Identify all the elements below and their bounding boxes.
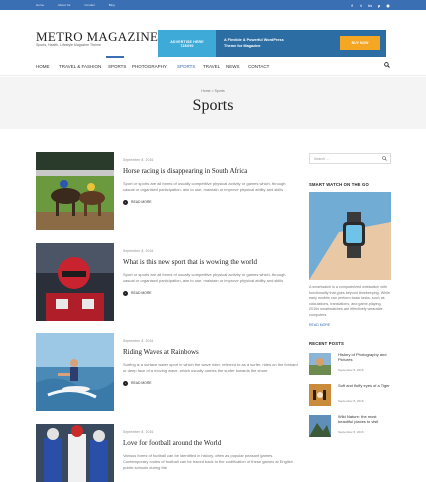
recent-post-item[interactable]: Soft and fluffy eyes of a Tiger Septembe… [309, 383, 391, 408]
post-title[interactable]: Love for football around the World [123, 439, 298, 447]
post-body: September 8, 2016 Horse racing is disapp… [123, 152, 298, 205]
twitter-icon[interactable]: t [359, 3, 363, 8]
social-links: f t in p ◉ [350, 3, 390, 8]
arrow-right-icon: › [123, 380, 128, 386]
post-date: September 8, 2016 [123, 249, 154, 253]
post-title[interactable]: What is this new sport that is wowing th… [123, 258, 298, 266]
post-item: September 8, 2016 Love for football arou… [36, 424, 298, 482]
recent-post-item[interactable]: Wild Nature: the most beautiful places t… [309, 414, 391, 439]
post-excerpt: Sport or sports are all forms of usually… [123, 272, 286, 283]
post-thumbnail[interactable] [36, 152, 114, 230]
post-date: September 8, 2016 [123, 339, 154, 343]
post-excerpt: Various forms of football can be identif… [123, 453, 293, 470]
post-body: September 8, 2016 What is this new sport… [123, 243, 298, 296]
post-excerpt: Sport or sports are all forms of usually… [123, 181, 286, 192]
rss-icon[interactable]: ◉ [386, 3, 390, 8]
read-more-label: Read More [131, 291, 152, 296]
read-more-label: Read More [131, 200, 152, 205]
ad-banner[interactable]: ADVERTISE HERE 728X90 A Flexible & Power… [158, 30, 386, 57]
horse-race-image [36, 152, 114, 230]
ad-banner-size: ADVERTISE HERE 728X90 [158, 30, 216, 57]
breadcrumb[interactable]: Home > Sports [0, 89, 426, 93]
widget-image[interactable] [309, 192, 391, 280]
post-body: September 8, 2016 Riding Waves at Rainbo… [123, 333, 298, 386]
nav-item-contact[interactable]: Contact [248, 64, 269, 69]
page-title: Sports [192, 97, 234, 114]
pinterest-icon[interactable]: p [377, 3, 381, 8]
widget-title: SMART WATCH ON THE GO [309, 182, 369, 187]
post-date: September 8, 2016 [123, 430, 154, 434]
site-tagline: Sports, Health, Lifestyle Magazine Theme [36, 43, 101, 47]
recent-post-title[interactable]: History of Photography and Pictures [338, 352, 391, 363]
nav-item-travel[interactable]: Travel [203, 64, 220, 69]
read-more-link[interactable]: › Read More [123, 199, 298, 205]
nav-active-indicator [106, 56, 124, 58]
recent-post-item[interactable]: History of Photography and Pictures Sept… [309, 352, 391, 377]
racing-driver-image [36, 243, 114, 321]
nav-item-photography[interactable]: Photography [132, 64, 167, 69]
recent-posts-list: History of Photography and Pictures Sept… [309, 352, 391, 453]
post-thumbnail[interactable] [36, 243, 114, 321]
site-header: METRO MAGAZINE Sports, Health, Lifestyle… [0, 10, 426, 57]
top-link-contact[interactable]: Contact [84, 3, 94, 7]
recent-post-title[interactable]: Wild Nature: the most beautiful places t… [338, 414, 391, 425]
recent-post-date: September 8, 2016 [338, 399, 364, 404]
widget-read-more[interactable]: Read More [309, 323, 391, 327]
nav-item-sports[interactable]: Sports [108, 64, 126, 69]
buy-now-button[interactable]: BUY NOW [340, 36, 380, 50]
nav-item-news[interactable]: News [226, 64, 240, 69]
sidebar: Search ... SMART WATCH ON THE GO A smart… [309, 153, 391, 453]
recent-post-title[interactable]: Soft and fluffy eyes of a Tiger [338, 383, 391, 389]
ad-banner-dimensions: 728X90 [180, 43, 194, 48]
post-item: September 8, 2016 Horse racing is disapp… [36, 152, 298, 230]
ad-banner-line-1: A Flexible & Powerful WordPress [224, 38, 284, 42]
read-more-label: Read More [131, 381, 152, 386]
arrow-right-icon: › [123, 199, 128, 205]
nav-item-sports-active[interactable]: Sports [177, 64, 195, 69]
recent-post-date: September 8, 2016 [338, 430, 364, 435]
read-more-link[interactable]: › Read More [123, 290, 298, 296]
recent-post-thumb [309, 384, 331, 407]
post-item: September 8, 2016 Riding Waves at Rainbo… [36, 333, 298, 411]
arrow-right-icon: › [123, 290, 128, 296]
recent-post-thumb [309, 415, 331, 438]
main-nav: Home Travel & Fashion Sports Photography… [0, 56, 426, 76]
top-link-home[interactable]: Home [36, 3, 44, 7]
recent-post-thumb [309, 353, 331, 376]
recent-posts-title: RECENT POSTS [309, 341, 344, 347]
linkedin-icon[interactable]: in [368, 3, 372, 8]
top-links: Home About Us Contact Blog [36, 3, 115, 7]
post-excerpt: Surfing is a surface water sport in whic… [123, 362, 298, 373]
tiger-image [309, 384, 331, 407]
facebook-icon[interactable]: f [350, 3, 354, 8]
nature-image [309, 415, 331, 438]
search-input[interactable]: Search ... [314, 157, 329, 161]
nav-item-travel-fashion[interactable]: Travel & Fashion [59, 64, 101, 69]
page-header: Home > Sports Sports [0, 77, 426, 129]
search-icon[interactable] [384, 62, 390, 68]
top-bar: Home About Us Contact Blog f t in p ◉ [0, 0, 426, 10]
read-more-link[interactable]: › Read More [123, 380, 298, 386]
post-date: September 8, 2016 [123, 158, 154, 162]
nav-item-home[interactable]: Home [36, 64, 50, 69]
post-thumbnail[interactable] [36, 333, 114, 411]
smartwatch-image [309, 192, 391, 280]
ad-banner-promo: A Flexible & Powerful WordPress Theme fo… [216, 30, 386, 57]
post-body: September 8, 2016 Love for football arou… [123, 424, 298, 470]
top-link-about[interactable]: About Us [58, 3, 70, 7]
search-icon[interactable] [382, 156, 387, 161]
recent-post-date: September 8, 2016 [338, 368, 364, 373]
landscape-image [309, 353, 331, 376]
ad-banner-line-2: Theme for Magazine [224, 44, 261, 48]
top-link-blog[interactable]: Blog [109, 3, 115, 7]
surfing-image [36, 333, 114, 411]
post-title[interactable]: Riding Waves at Rainbows [123, 348, 298, 356]
widget-text: A smartwatch is a computerized wristwatc… [309, 285, 390, 317]
sidebar-search[interactable]: Search ... [309, 153, 391, 164]
football-image [36, 424, 114, 482]
post-item: September 8, 2016 What is this new sport… [36, 243, 298, 321]
post-title[interactable]: Horse racing is disappearing in South Af… [123, 167, 298, 175]
post-thumbnail[interactable] [36, 424, 114, 482]
